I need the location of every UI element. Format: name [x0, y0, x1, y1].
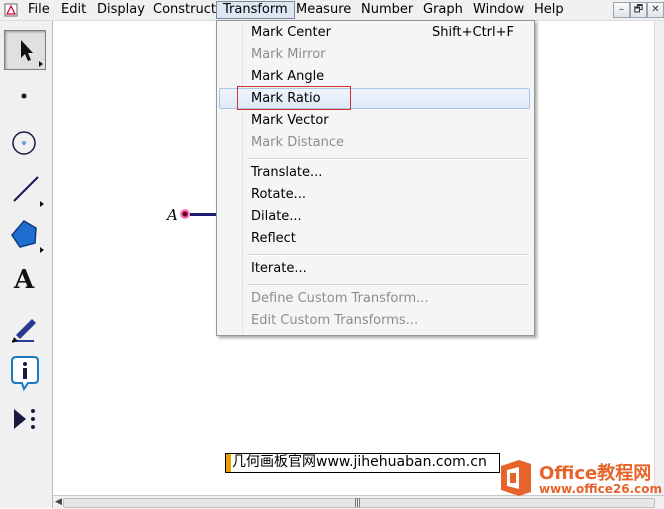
straightedge-tool[interactable]	[4, 169, 46, 209]
menu-item-label: Mark Mirror	[251, 47, 326, 62]
menu-display[interactable]: Display	[91, 0, 151, 19]
compass-tool[interactable]	[4, 123, 46, 163]
menu-item-label: Dilate...	[251, 209, 302, 224]
toolbox: A	[0, 21, 53, 508]
scroll-grip: |||	[354, 498, 361, 508]
point-a-center	[183, 212, 187, 216]
menu-item-label: Mark Vector	[251, 113, 329, 128]
menu-item-label: Edit Custom Transforms...	[251, 313, 419, 328]
menu-item-mark-center[interactable]: Mark Center Shift+Ctrl+F	[219, 22, 530, 43]
minimize-button[interactable]: –	[613, 2, 630, 18]
menu-item-label: Iterate...	[251, 261, 307, 276]
menu-bar: File Edit Display Construct Transform Me…	[0, 0, 664, 21]
custom-tool[interactable]	[4, 399, 46, 439]
vertical-scrollbar[interactable]	[654, 21, 664, 495]
menu-item-label: Reflect	[251, 231, 296, 246]
point-tool[interactable]	[4, 76, 46, 116]
information-icon	[11, 356, 39, 392]
menu-item-label: Mark Angle	[251, 69, 325, 84]
menu-help[interactable]: Help	[528, 0, 570, 19]
menu-item-reflect[interactable]: Reflect	[219, 228, 530, 249]
menu-item-label: Define Custom Transform...	[251, 291, 429, 306]
menu-number[interactable]: Number	[355, 0, 419, 19]
polygon-tool[interactable]	[4, 215, 46, 255]
menu-item-dilate[interactable]: Dilate...	[219, 206, 530, 227]
menu-item-mark-distance: Mark Distance	[219, 132, 530, 153]
menu-item-mark-mirror: Mark Mirror	[219, 44, 530, 65]
highlight-annotation-box	[237, 86, 351, 110]
arrow-icon	[21, 40, 43, 67]
restore-button[interactable]: 🗗	[630, 2, 647, 18]
segment[interactable]	[190, 213, 216, 216]
menu-item-translate[interactable]: Translate...	[219, 162, 530, 183]
menu-construct[interactable]: Construct	[147, 0, 222, 19]
arrow-select-tool[interactable]	[4, 30, 46, 70]
menu-item-iterate[interactable]: Iterate...	[219, 258, 530, 279]
straightedge-icon	[13, 176, 44, 207]
marker-tool[interactable]	[4, 307, 46, 347]
menu-file[interactable]: File	[22, 0, 56, 19]
menu-item-edit-custom-transforms: Edit Custom Transforms...	[219, 310, 530, 331]
menu-item-shortcut: Shift+Ctrl+F	[432, 25, 514, 40]
text-tool[interactable]: A	[4, 261, 46, 301]
menu-item-define-custom-transform: Define Custom Transform...	[219, 288, 530, 309]
transform-menu: Mark Center Shift+Ctrl+F Mark Mirror Mar…	[216, 20, 535, 336]
menu-item-label: Translate...	[251, 165, 323, 180]
app-icon[interactable]	[4, 3, 18, 17]
scroll-left-arrow-icon[interactable]: ◀	[55, 497, 62, 507]
menu-transform[interactable]: Transform	[216, 1, 295, 19]
watermark-text: 几何画板官网www.jihehuaban.com.cn	[232, 454, 487, 470]
office-logo-icon	[501, 460, 531, 496]
marker-icon	[12, 319, 36, 343]
menu-item-mark-angle[interactable]: Mark Angle	[219, 66, 530, 87]
compass-icon	[12, 131, 36, 155]
custom-tool-icon	[14, 409, 35, 429]
menu-measure[interactable]: Measure	[290, 0, 357, 19]
brand-url: www.office26.com	[539, 482, 663, 496]
menu-graph[interactable]: Graph	[417, 0, 469, 19]
menu-window[interactable]: Window	[467, 0, 530, 19]
point-icon	[21, 93, 27, 99]
watermark-caption: 几何画板官网www.jihehuaban.com.cn	[225, 453, 500, 473]
menu-item-label: Rotate...	[251, 187, 306, 202]
text-tool-glyph: A	[14, 265, 35, 295]
menu-item-label: Mark Center	[251, 25, 331, 40]
menu-edit[interactable]: Edit	[55, 0, 92, 19]
menu-separator	[247, 158, 529, 160]
menu-item-rotate[interactable]: Rotate...	[219, 184, 530, 205]
point-a-label[interactable]: A	[167, 206, 178, 224]
menu-item-mark-vector[interactable]: Mark Vector	[219, 110, 530, 131]
menu-item-label: Mark Distance	[251, 135, 345, 150]
close-button[interactable]: ✕	[647, 2, 664, 18]
information-tool[interactable]	[4, 353, 46, 393]
polygon-icon	[11, 220, 44, 253]
brand-logo: Office教程网 www.office26.com	[497, 458, 663, 502]
menu-separator	[247, 284, 529, 286]
menu-separator	[247, 254, 529, 256]
